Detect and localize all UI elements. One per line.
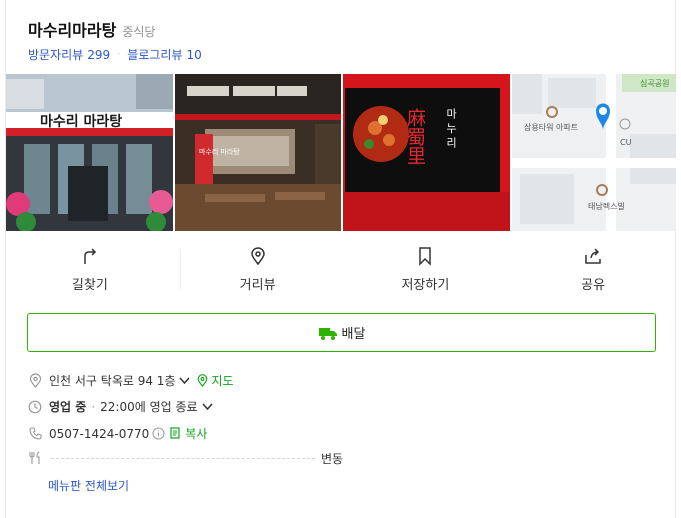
sign-image: 麻蜀里 마 누 리 — [343, 74, 510, 231]
map-label-apartment: 삼용타워 아파트 — [524, 122, 578, 132]
action-bar: 길찾기 거리뷰 저장하기 공유 — [6, 246, 677, 296]
blog-review-link[interactable]: 블로그리뷰 10 — [127, 46, 201, 63]
copy-label: 복사 — [185, 427, 208, 441]
phone-row: 0507-1424-0770 복사 — [27, 425, 207, 442]
hours-text: 22:00에 영업 종료 — [100, 400, 198, 414]
save-button[interactable]: 저장하기 — [342, 246, 510, 296]
hours-row: 영업 중 · 22:00에 영업 종료 — [27, 398, 213, 415]
map-link-icon — [198, 374, 208, 387]
review-separator: · — [117, 49, 121, 60]
share-label: 공유 — [581, 278, 606, 293]
phone-icon — [27, 426, 43, 442]
interior-image: 마수리 마라탕 — [175, 74, 341, 231]
map-pin-icon — [250, 247, 265, 266]
blog-review-label: 블로그리뷰 — [127, 48, 183, 62]
sign-hanja: 麻蜀里 — [404, 108, 426, 165]
directions-label: 길찾기 — [71, 278, 108, 293]
share-button[interactable]: 공유 — [509, 246, 677, 296]
phone-info-icon[interactable] — [152, 427, 165, 440]
map-label-cu: CU — [620, 138, 632, 147]
review-summary: 방문자리뷰 299 · 블로그리뷰 10 — [28, 46, 202, 63]
place-category: 중식당 — [122, 25, 156, 39]
delivery-button[interactable]: 배달 — [27, 313, 656, 352]
copy-button[interactable]: 복사 — [170, 425, 207, 442]
map-label-villa: 태남렉스빌 — [588, 201, 625, 211]
menu-all-link[interactable]: 메뉴판 전체보기 — [48, 477, 129, 494]
bookmark-icon — [419, 247, 432, 266]
photo-sign[interactable]: 麻蜀里 마 누 리 — [343, 74, 510, 231]
photo-strip: 마수리 마라탕 마수리 마라탕 麻蜀里 마 누 리 삼용타워 아파트 CU 태남… — [6, 74, 677, 231]
copy-icon — [170, 427, 180, 439]
utensils-icon — [29, 451, 40, 464]
sign-korean: 마 누 리 — [445, 108, 458, 148]
place-card: 마수리마라탕 중식당 방문자리뷰299 · 블로그리뷰10 마수리 마라탕 — [5, 0, 676, 518]
place-title[interactable]: 마수리마라탕 — [28, 17, 116, 41]
menu-price-dashes — [51, 458, 315, 459]
street-view-label: 거리뷰 — [239, 278, 276, 293]
storefront-sign: 마수리 마라탕 — [40, 113, 122, 130]
address-expand-chevron-icon[interactable] — [179, 375, 191, 386]
interior-banner: 마수리 마라탕 — [199, 147, 240, 156]
photo-interior[interactable]: 마수리 마라탕 — [175, 74, 341, 231]
open-status: 영업 중 — [49, 400, 87, 414]
delivery-truck-icon — [318, 327, 337, 340]
storefront-image: 마수리 마라탕 — [6, 74, 173, 231]
visitor-review-count: 299 — [87, 48, 111, 62]
map-thumbnail: 삼용타워 아파트 CU 태남렉스빌 심곡공원 — [512, 74, 676, 231]
street-view-button[interactable]: 거리뷰 — [174, 246, 342, 296]
hours-expand-chevron-icon[interactable] — [202, 401, 213, 412]
map-link[interactable]: 지도 — [197, 372, 234, 389]
delivery-label: 배달 — [341, 327, 366, 342]
action-divider — [180, 250, 181, 290]
map-link-label: 지도 — [211, 374, 234, 388]
title-row: 마수리마라탕 중식당 — [28, 17, 155, 41]
menu-price: 변동 — [321, 452, 344, 466]
photo-storefront[interactable]: 마수리 마라탕 — [6, 74, 173, 231]
address-text: 인천 서구 탁옥로 94 1층 — [49, 374, 176, 388]
directions-button[interactable]: 길찾기 — [6, 246, 174, 296]
address-row: 인천 서구 탁옥로 94 1층 지도 — [27, 372, 234, 389]
clock-icon — [27, 399, 43, 415]
blog-review-count: 10 — [186, 48, 202, 62]
map-label-park: 심곡공원 — [640, 78, 669, 88]
photo-map[interactable]: 삼용타워 아파트 CU 태남렉스빌 심곡공원 — [512, 74, 676, 231]
visitor-review-label: 방문자리뷰 — [28, 48, 84, 62]
save-label: 저장하기 — [401, 278, 450, 293]
menu-price-row: 변동 — [27, 451, 357, 466]
directions-icon — [84, 248, 96, 264]
location-icon — [27, 373, 43, 389]
share-icon — [585, 248, 601, 264]
phone-number[interactable]: 0507-1424-0770 — [49, 427, 149, 441]
hours-separator: · — [91, 399, 96, 414]
visitor-review-link[interactable]: 방문자리뷰 299 — [28, 46, 110, 63]
